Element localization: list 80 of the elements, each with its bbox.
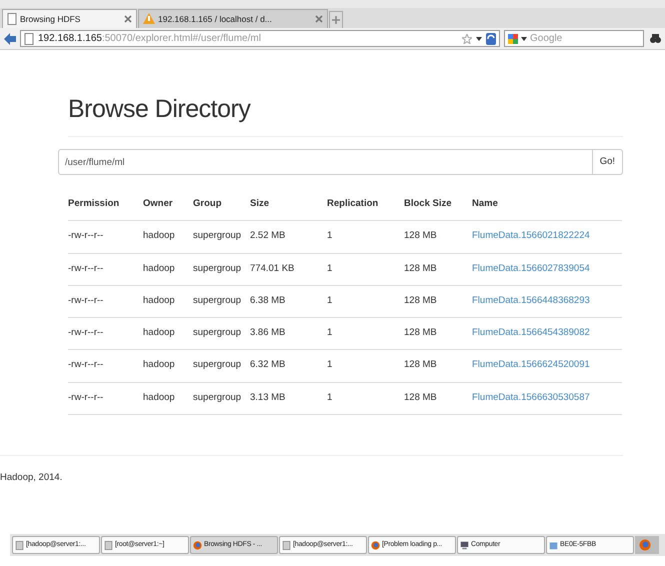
page-icon [24, 32, 34, 44]
file-link[interactable]: FlumeData.1566021822224 [472, 230, 590, 242]
table-cell: 774.01 KB [250, 253, 327, 286]
table-cell: -rw-r--r-- [68, 220, 143, 253]
globe-icon [639, 539, 651, 551]
file-link[interactable]: FlumeData.1566630530587 [472, 392, 590, 402]
close-icon [124, 15, 132, 23]
binoculars-button[interactable] [650, 33, 661, 44]
globe-icon [193, 540, 202, 550]
column-header: Size [250, 189, 327, 221]
browser-tab[interactable]: Browsing HDFS [2, 9, 137, 28]
table-cell: 1 [327, 285, 404, 318]
column-header: Name [472, 189, 622, 221]
binoculars-icon [650, 33, 661, 44]
table-cell: 128 MB [404, 220, 472, 253]
warning-icon [143, 13, 155, 25]
globe-icon [371, 540, 380, 550]
column-header: Block Size [404, 189, 472, 221]
table-cell: hadoop [143, 318, 193, 350]
table-cell: 1 [327, 253, 404, 286]
table-cell: 3.86 MB [250, 318, 327, 350]
table-cell: 1 [327, 220, 404, 253]
reload-icon [486, 32, 496, 44]
plus-icon [332, 16, 340, 24]
table-cell: 2.52 MB [250, 220, 327, 253]
caret-icon [476, 36, 482, 42]
footer-text: Hadoop, 2014. [0, 472, 62, 483]
table-cell: 128 MB [404, 318, 472, 350]
table-cell: 6.38 MB [250, 285, 327, 318]
table-cell: supergroup [193, 285, 250, 318]
table-cell: 128 MB [404, 350, 472, 382]
back-button[interactable] [4, 32, 16, 44]
search-engine-icon [508, 34, 518, 44]
close-icon [315, 15, 323, 23]
file-link[interactable]: FlumeData.1566027839054 [472, 262, 590, 274]
column-header: Owner [143, 189, 193, 221]
terminal-icon [104, 540, 113, 550]
table-cell: supergroup [193, 350, 250, 382]
table-cell: 1 [327, 350, 404, 382]
file-link[interactable]: FlumeData.1566454389082 [472, 327, 590, 338]
page-icon [7, 13, 17, 25]
caret-icon [521, 36, 527, 42]
column-header: Group [193, 189, 250, 221]
table-cell: hadoop [143, 382, 193, 414]
arrow-left-icon [4, 32, 16, 44]
terminal-icon [282, 540, 291, 550]
terminal-icon [15, 540, 24, 550]
folder-icon [549, 540, 558, 550]
table-cell: hadoop [143, 285, 193, 318]
column-header: Permission [68, 189, 143, 221]
table-cell: -rw-r--r-- [68, 382, 143, 414]
table-cell: 128 MB [404, 285, 472, 318]
table-cell: hadoop [143, 220, 193, 253]
table-cell: 1 [327, 382, 404, 414]
url-text: 192.168.1.165:50070/explorer.html#/user/flume/ml [38, 32, 261, 46]
table-cell: 1 [327, 318, 404, 350]
go-button[interactable]: Go! [592, 149, 623, 175]
table-cell: supergroup [193, 253, 250, 286]
table-cell: -rw-r--r-- [68, 318, 143, 350]
table-cell: hadoop [143, 350, 193, 382]
table-cell: -rw-r--r-- [68, 350, 143, 382]
file-link[interactable]: FlumeData.1566624520091 [472, 359, 590, 370]
column-header: Replication [327, 189, 404, 221]
address-bar[interactable]: 192.168.1.165:50070/explorer.html#/user/flume/ml [20, 30, 500, 47]
table-cell: supergroup [193, 220, 250, 253]
table-cell: supergroup [193, 382, 250, 414]
table-cell: -rw-r--r-- [68, 285, 143, 318]
table-cell: 128 MB [404, 253, 472, 286]
browser-tab[interactable]: 192.168.1.165 / localhost / d... [138, 9, 328, 28]
table-cell: -rw-r--r-- [68, 253, 143, 286]
table-cell: hadoop [143, 253, 193, 286]
table-cell: 128 MB [404, 382, 472, 414]
table-cell: 3.13 MB [250, 382, 327, 414]
page-title: Browse Directory [68, 94, 252, 124]
path-input[interactable]: /user/flume/ml [58, 149, 593, 175]
star-icon [462, 34, 472, 44]
table-cell: 6.32 MB [250, 350, 327, 382]
table-cell: supergroup [193, 318, 250, 350]
computer-icon [460, 540, 469, 550]
file-link[interactable]: FlumeData.1566448368293 [472, 294, 590, 306]
